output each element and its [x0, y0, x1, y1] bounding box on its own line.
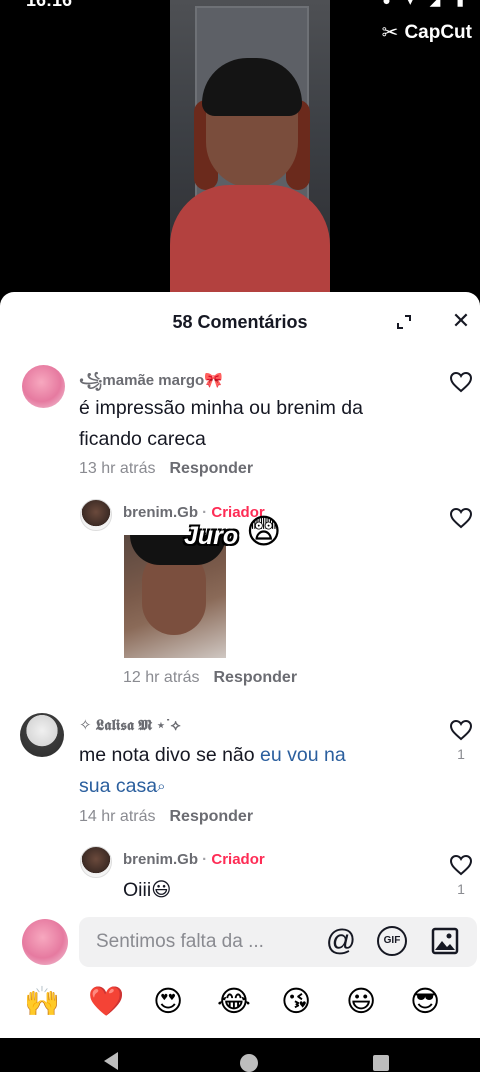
comment-time: 12 hr atrás [123, 669, 200, 686]
comment-input[interactable]: Sentimos falta da ... @ GIF [79, 917, 477, 967]
comment-text: Oiii😃 [123, 879, 172, 901]
heart-icon[interactable] [449, 719, 473, 741]
comment-input-placeholder[interactable]: Sentimos falta da ... [96, 931, 264, 953]
comment-text-plain: me nota divo se não [79, 744, 261, 766]
reply-username: brenim.Gb · Criador [123, 851, 265, 868]
avatar[interactable] [20, 713, 64, 757]
comment-text-line: ficando careca [79, 428, 206, 450]
quick-emoji-bar: 🙌 ❤️ 😍 😂 😘 😃 😎 [0, 982, 480, 1032]
gif-icon[interactable]: GIF [377, 926, 407, 956]
comment-meta: 12 hr atrás Responder [123, 669, 297, 687]
close-icon[interactable]: ✕ [450, 310, 472, 332]
like-count: 1 [457, 746, 465, 762]
search-link[interactable]: eu vou na [260, 744, 346, 766]
avatar[interactable] [80, 846, 112, 878]
heart-icon[interactable] [449, 507, 473, 529]
status-icons: ● ▾ ◢ ▮ [382, 0, 470, 8]
image-icon[interactable] [431, 927, 459, 955]
comment-username[interactable]: ✧ 𝕷𝖆𝖑𝖎𝖘𝖆 𝕸 ⋆˙⟡ [79, 716, 181, 734]
avatar[interactable] [80, 499, 112, 531]
reply-username-text[interactable]: brenim.Gb [123, 851, 198, 868]
recent-apps-icon[interactable] [373, 1055, 389, 1071]
comment-sticker-image[interactable] [124, 535, 226, 658]
comment-input-bar: Sentimos falta da ... @ GIF [0, 907, 480, 977]
like-count: 1 [457, 881, 465, 897]
comment-time: 14 hr atrás [79, 808, 156, 825]
comment-time: 13 hr atrás [79, 460, 156, 477]
comment-text-line: me nota divo se não eu vou na [79, 740, 346, 771]
comment-text: me nota divo se não eu vou na sua casa⌕ [79, 740, 346, 802]
fearful-face-emoji: 😨 [246, 513, 282, 551]
expand-icon[interactable] [396, 314, 412, 330]
emoji-button[interactable]: 🙌 [24, 982, 60, 1022]
comment-text-line: sua casa⌕ [79, 771, 346, 802]
back-icon[interactable] [104, 1052, 118, 1070]
search-icon[interactable]: ⌕ [157, 778, 165, 795]
comments-sheet: 58 Comentários ✕ ꧁mamãe margo🎀 é impress… [0, 292, 480, 1038]
search-link[interactable]: sua casa [79, 775, 157, 797]
mention-icon[interactable]: @ [325, 926, 357, 958]
emoji-button[interactable]: 😂 [217, 982, 251, 1022]
current-user-avatar[interactable] [22, 919, 68, 965]
comment-meta: 14 hr atrás Responder [79, 808, 253, 826]
emoji-button[interactable]: 😍 [153, 982, 183, 1022]
emoji-button[interactable]: 😘 [281, 982, 311, 1022]
capcut-watermark: ✂ CapCut [382, 20, 472, 45]
emoji-button[interactable]: 😃 [346, 982, 376, 1022]
comment-meta: 13 hr atrás Responder [79, 460, 253, 478]
comment-text: é impressão minha ou brenim da ficando c… [79, 393, 363, 455]
comment-text-line: é impressão minha ou brenim da [79, 397, 363, 419]
sticker-text: Juro [184, 522, 239, 550]
reply-username-text[interactable]: brenim.Gb [123, 504, 198, 521]
emoji-button[interactable]: ❤️ [88, 982, 124, 1022]
reply-button[interactable]: Responder [213, 669, 297, 686]
heart-icon[interactable] [449, 854, 473, 876]
status-time: 16:16 [26, 0, 73, 10]
heart-icon[interactable] [449, 371, 473, 393]
capcut-logo-icon: ✂ [381, 22, 399, 44]
emoji-button[interactable]: 😎 [410, 982, 440, 1022]
reply-button[interactable]: Responder [169, 460, 253, 477]
reply-button[interactable]: Responder [169, 808, 253, 825]
capcut-label: CapCut [404, 21, 472, 43]
separator: · [198, 851, 212, 868]
person-shirt [170, 185, 330, 300]
system-nav-bar [0, 1038, 480, 1072]
separator: · [198, 504, 212, 521]
avatar[interactable] [22, 365, 65, 408]
video-player[interactable]: 16:16 ● ▾ ◢ ▮ ✂ CapCut [0, 0, 480, 300]
sheet-header: 58 Comentários ✕ [0, 292, 480, 352]
home-icon[interactable] [240, 1054, 258, 1072]
reply-username: brenim.Gb · Criador [123, 504, 265, 521]
creator-badge: Criador [211, 851, 265, 868]
video-frame [170, 0, 330, 300]
